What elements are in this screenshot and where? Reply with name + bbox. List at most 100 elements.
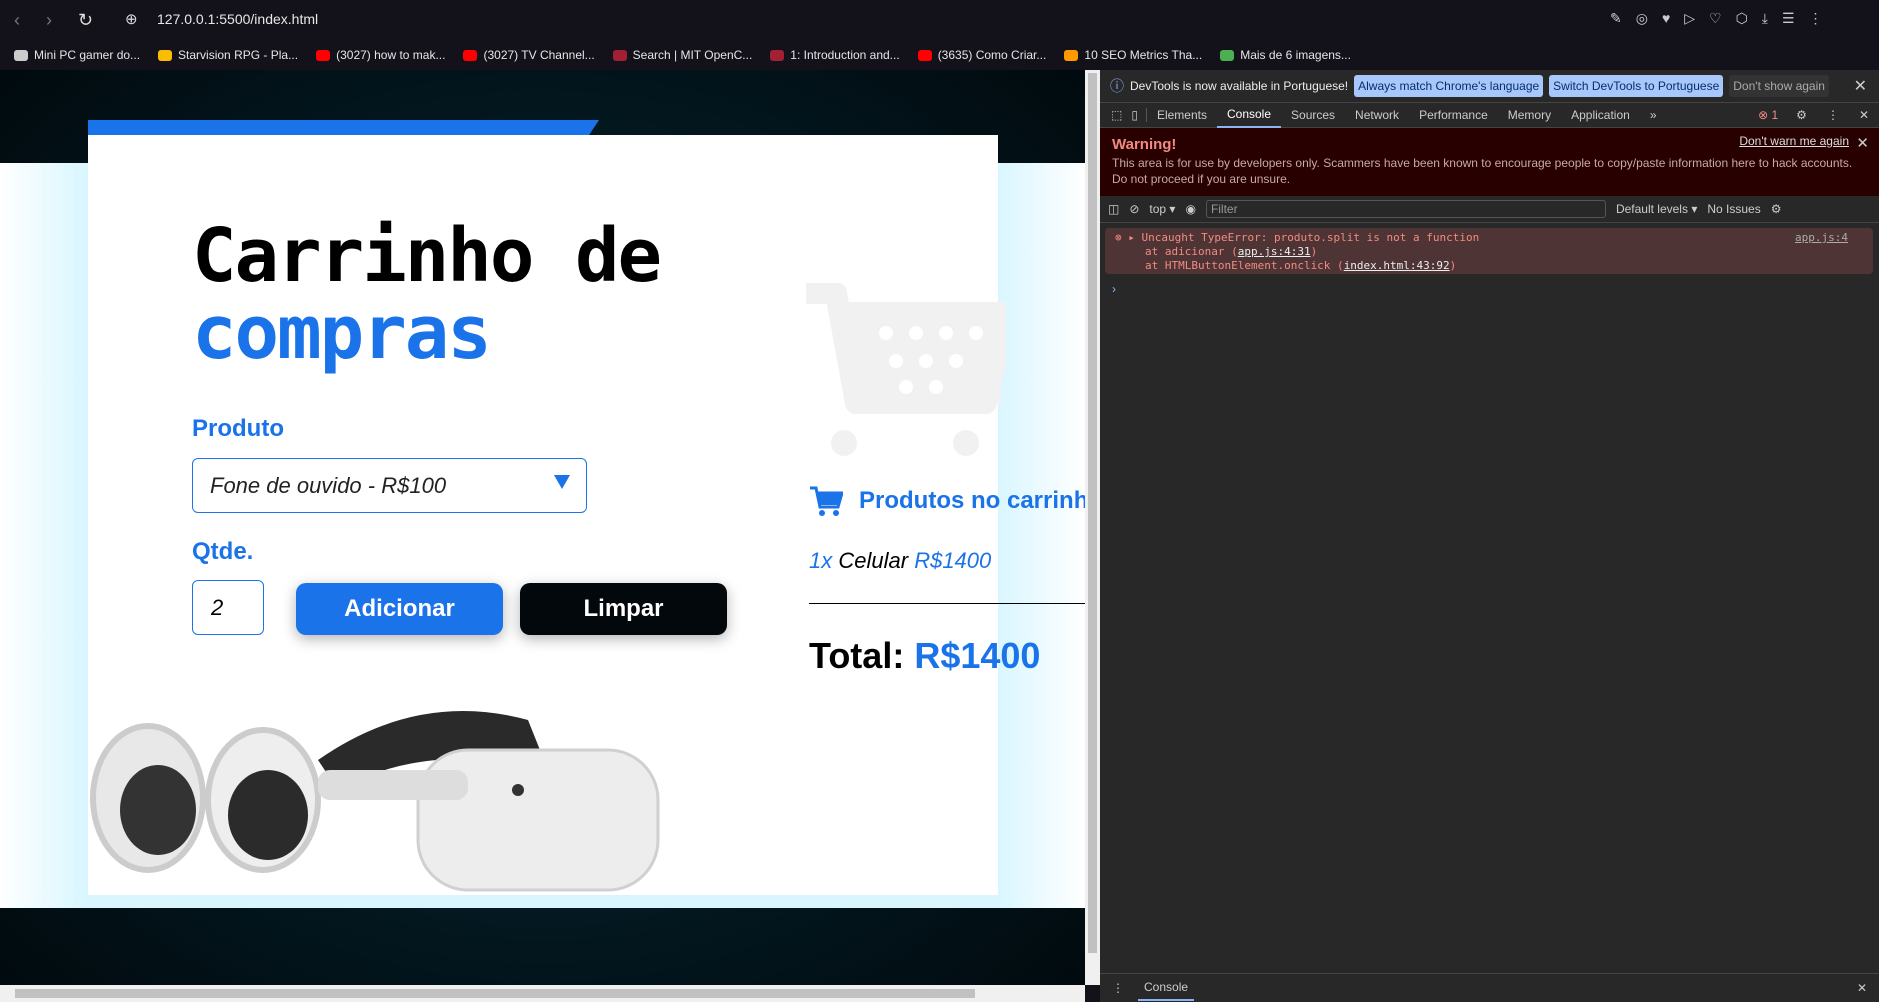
qty-label: Qtde. — [192, 538, 254, 565]
bookmark-label: (3027) how to mak... — [336, 48, 446, 62]
page-horizontal-scrollbar[interactable] — [0, 985, 1085, 1002]
tab-console[interactable]: Console — [1216, 103, 1282, 128]
bookmark-item[interactable]: Mini PC gamer do... — [14, 48, 140, 62]
dont-warn-again-link[interactable]: Don't warn me again — [1739, 134, 1849, 148]
mit-ocw-icon — [612, 49, 627, 61]
error-icon: ⊗ — [1115, 231, 1122, 244]
product-select[interactable]: Fone de ouvido - R$100 — [192, 458, 587, 513]
amazon-icon — [1064, 49, 1079, 61]
sidebar-toggle-icon[interactable]: ◫ — [1108, 202, 1119, 216]
info-icon: ⓘ — [1110, 78, 1124, 94]
error-source-link[interactable]: app.js:4 — [1795, 231, 1848, 245]
stack-link-index-html[interactable]: index.html:43:92 — [1344, 259, 1450, 272]
switch-to-portuguese-button[interactable]: Switch DevTools to Portuguese — [1549, 75, 1724, 97]
vr-headset-image — [90, 711, 660, 892]
console-error-message: ⊗ ▸ Uncaught TypeError: produto.split is… — [1105, 228, 1873, 274]
forward-icon[interactable]: › — [46, 10, 52, 31]
cart-heading: Produtos no carrinho — [859, 487, 1085, 514]
tab-application[interactable]: Application — [1561, 103, 1640, 128]
back-icon[interactable]: ‹ — [14, 10, 20, 31]
total-value: R$1400 — [914, 635, 1041, 676]
divider — [809, 603, 1085, 604]
settings-icon[interactable]: ⚙ — [1786, 103, 1817, 128]
tab-performance[interactable]: Performance — [1409, 103, 1498, 128]
always-match-language-button[interactable]: Always match Chrome's language — [1354, 75, 1544, 97]
tab-memory[interactable]: Memory — [1498, 103, 1561, 128]
dont-show-again-button[interactable]: Don't show again — [1729, 75, 1829, 97]
address-bar[interactable]: 127.0.0.1:5500/index.html — [157, 11, 318, 27]
issues-button[interactable]: No Issues — [1707, 202, 1760, 216]
cart-watermark-icon — [806, 283, 1006, 456]
close-warning-icon[interactable]: ✕ — [1856, 134, 1869, 152]
stack-link-app-js[interactable]: app.js:4:31 — [1238, 245, 1311, 258]
bookmark-item[interactable]: Mais de 6 imagens... — [1220, 48, 1351, 62]
bookmark-item[interactable]: (3027) TV Channel... — [463, 48, 595, 62]
add-button[interactable]: Adicionar — [296, 583, 503, 635]
product-select-value: Fone de ouvido - R$100 — [210, 473, 447, 498]
title-line1: Carrinho de — [192, 213, 662, 299]
bookmarks-bar: Mini PC gamer do... Starvision RPG - Pla.… — [0, 40, 1879, 70]
reload-icon[interactable]: ↻ — [78, 10, 93, 31]
close-drawer-icon[interactable]: ✕ — [1857, 981, 1867, 995]
warning-text: This area is for use by developers only.… — [1112, 156, 1853, 186]
bookmark-label: 1: Introduction and... — [790, 48, 900, 62]
extension-icons[interactable]: ✎◎♥▷♡⬡⤓☰⋮ — [1610, 10, 1837, 27]
total-label: Total: — [809, 635, 905, 676]
bookmark-label: Mais de 6 imagens... — [1240, 48, 1351, 62]
error-count-badge[interactable]: ⊗ 1 — [1750, 108, 1786, 122]
youtube-icon — [463, 49, 478, 61]
tab-network[interactable]: Network — [1345, 103, 1409, 128]
bookmark-label: Search | MIT OpenC... — [632, 48, 753, 62]
bookmark-label: 10 SEO Metrics Tha... — [1084, 48, 1203, 62]
device-toolbar-icon[interactable]: ▯ — [1127, 108, 1147, 122]
site-info-icon[interactable]: ⊕ — [125, 10, 138, 28]
clear-button[interactable]: Limpar — [520, 583, 727, 635]
bookmark-item[interactable]: (3635) Como Criar... — [917, 48, 1047, 62]
console-prompt[interactable]: › — [1112, 282, 1116, 296]
bookmark-label: (3635) Como Criar... — [937, 48, 1047, 62]
more-options-icon[interactable]: ⋮ — [1817, 103, 1849, 128]
youtube-icon — [917, 49, 932, 61]
mit-ocw-icon — [770, 49, 785, 61]
bookmark-item[interactable]: (3027) how to mak... — [316, 48, 445, 62]
live-expression-icon[interactable]: ◉ — [1185, 202, 1195, 216]
tab-elements[interactable]: Elements — [1147, 103, 1217, 128]
devtools-panel: ⓘ DevTools is now available in Portugues… — [1100, 70, 1879, 1002]
browser-toolbar: ‹ › ↻ ⊕ 127.0.0.1:5500/index.html ✎◎♥▷♡⬡… — [0, 0, 1879, 40]
close-devtools-icon[interactable]: ✕ — [1849, 103, 1879, 128]
inspect-icon[interactable]: ⬚ — [1106, 108, 1127, 122]
infobar-text: DevTools is now available in Portuguese! — [1130, 79, 1349, 93]
log-levels-select[interactable]: Default levels ▾ — [1616, 202, 1697, 216]
drawer-tab-console[interactable]: Console — [1138, 975, 1195, 1001]
console-settings-icon[interactable]: ⚙ — [1771, 202, 1782, 216]
tab-sources[interactable]: Sources — [1281, 103, 1345, 128]
filter-input[interactable]: Filter — [1205, 200, 1606, 218]
cart-item: 1x Celular R$1400 — [809, 548, 992, 573]
webpage: Carrinho de compras Produto Fone de ouvi… — [0, 70, 1085, 985]
bookmark-label: (3027) TV Channel... — [483, 48, 595, 62]
bookmark-item[interactable]: 1: Introduction and... — [770, 48, 900, 62]
youtube-icon — [316, 49, 331, 61]
product-label: Produto — [192, 415, 284, 442]
bookmark-item[interactable]: 10 SEO Metrics Tha... — [1064, 48, 1202, 62]
chevron-down-icon — [554, 475, 570, 489]
bookmark-label: Mini PC gamer do... — [34, 48, 141, 62]
drawer-menu-icon[interactable]: ⋮ — [1112, 981, 1124, 995]
bookmark-item[interactable]: Starvision RPG - Pla... — [158, 48, 298, 62]
more-tabs-icon[interactable]: » — [1640, 103, 1667, 128]
cart-list: 1x Celular R$1400 — [809, 548, 991, 574]
page-vertical-scrollbar[interactable] — [1085, 70, 1100, 985]
bookmark-item[interactable]: Search | MIT OpenC... — [612, 48, 753, 62]
context-select[interactable]: top ▾ — [1149, 202, 1175, 216]
close-icon[interactable]: ✕ — [1854, 76, 1867, 96]
px-icon — [1220, 49, 1235, 61]
clear-console-icon[interactable]: ⊘ — [1129, 202, 1139, 216]
cart-card: Carrinho de compras Produto Fone de ouvi… — [88, 135, 1085, 895]
title-line2: compras — [192, 290, 492, 376]
bookmark-label: Starvision RPG - Pla... — [178, 48, 299, 62]
drive-icon — [158, 49, 173, 61]
total: Total: R$1400 — [809, 635, 1040, 677]
cart-icon — [810, 486, 843, 516]
folder-icon — [14, 49, 28, 61]
quantity-input[interactable]: 2 — [192, 580, 264, 635]
